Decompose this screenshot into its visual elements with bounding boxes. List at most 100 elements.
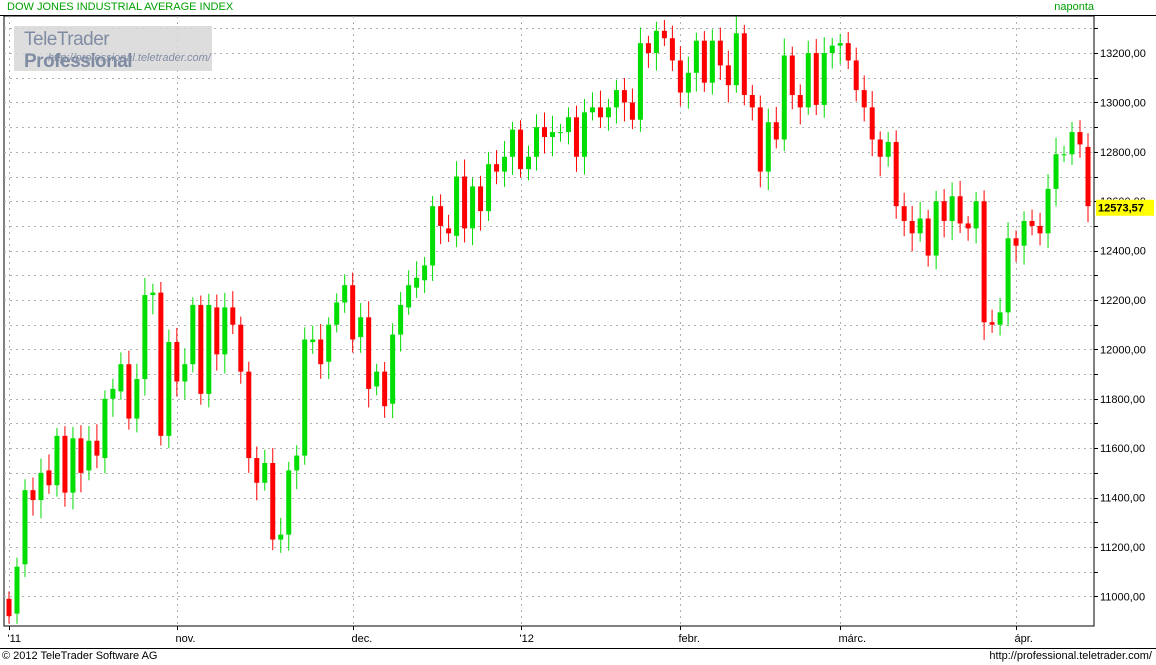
candle-body	[70, 438, 75, 492]
candle-body	[758, 107, 763, 171]
candle-body	[958, 196, 963, 223]
candle-body	[454, 177, 459, 236]
candle-up	[390, 323, 395, 418]
candle-body	[814, 53, 819, 105]
candle-up	[110, 379, 115, 417]
candlestick-chart[interactable]: 11000,0011200,0011400,0011600,0011800,00…	[0, 0, 1156, 664]
candle-body	[630, 102, 635, 119]
candle-up	[302, 327, 307, 464]
candle-up	[406, 270, 411, 314]
candle-body	[654, 31, 659, 53]
candle-body	[614, 90, 619, 107]
candle-body	[78, 438, 83, 473]
y-tick-label: 11800,00	[1100, 394, 1145, 406]
candle-up	[22, 479, 27, 577]
candle-up	[550, 116, 555, 157]
candle-down	[662, 20, 667, 46]
candle-down	[574, 106, 579, 172]
candle-up	[294, 445, 299, 489]
candle-down	[30, 478, 35, 516]
candle-body	[438, 206, 443, 226]
candle-down	[542, 113, 547, 154]
candle-up	[806, 41, 811, 115]
candle-up	[86, 426, 91, 480]
plot-border	[4, 16, 1094, 626]
candle-down	[774, 107, 779, 148]
candle-up	[734, 17, 739, 93]
candle-down	[270, 448, 275, 550]
candle-body	[382, 372, 387, 407]
candle-body	[878, 139, 883, 156]
candle-body	[414, 278, 419, 288]
candle-body	[366, 317, 371, 389]
candle-down	[78, 425, 83, 492]
candle-body	[982, 201, 987, 322]
candle-down	[94, 424, 99, 468]
candles	[7, 17, 1091, 624]
y-tick-label: 13000,00	[1100, 97, 1146, 109]
candle-down	[230, 291, 235, 334]
candle-up	[430, 196, 435, 281]
candle-body	[766, 122, 771, 171]
candle-body	[854, 60, 859, 90]
candle-up	[950, 182, 955, 240]
candle-body	[166, 342, 171, 436]
candle-down	[1086, 133, 1091, 222]
candle-down	[318, 324, 323, 379]
candle-body	[846, 43, 851, 60]
candle-up	[510, 122, 515, 175]
candle-down	[46, 454, 51, 494]
candle-body	[798, 95, 803, 107]
candle-down	[246, 362, 251, 473]
candle-body	[462, 177, 467, 229]
candle-body	[702, 41, 707, 83]
candle-up	[278, 518, 283, 553]
candle-body	[710, 41, 715, 83]
candle-body	[374, 372, 379, 387]
candle-body	[942, 201, 947, 221]
candle-body	[54, 436, 59, 485]
candle-body	[534, 127, 539, 157]
y-tick-label: 11000,00	[1100, 591, 1145, 603]
candle-down	[670, 26, 675, 71]
candle-up	[654, 22, 659, 71]
candle-up	[534, 114, 539, 170]
candle-up	[222, 293, 227, 374]
candle-down	[622, 78, 627, 121]
candle-body	[662, 31, 667, 38]
logo-url: http://professional.teletrader.com/	[48, 52, 211, 64]
candle-body	[934, 201, 939, 255]
candle-up	[886, 132, 891, 167]
candle-up	[374, 364, 379, 396]
candle-body	[142, 295, 147, 379]
candle-body	[7, 599, 12, 616]
candle-down	[1030, 210, 1035, 236]
candle-body	[270, 463, 275, 540]
candle-down	[814, 39, 819, 115]
candle-up	[686, 57, 691, 109]
y-tick-label: 12000,00	[1100, 344, 1146, 356]
x-tick-label: nov.	[176, 633, 196, 645]
candle-down	[854, 48, 859, 102]
candle-down	[382, 362, 387, 418]
candle-body	[910, 221, 915, 233]
candle-down	[678, 46, 683, 106]
candle-body	[606, 107, 611, 117]
candle-down	[462, 159, 467, 242]
candle-body	[102, 399, 107, 458]
candle-body	[1086, 147, 1091, 206]
candle-body	[86, 441, 91, 471]
candle-down	[758, 96, 763, 188]
footer-url[interactable]: http://professional.teletrader.com/	[989, 650, 1152, 662]
candle-body	[38, 473, 43, 500]
candle-down	[198, 296, 203, 405]
candle-down	[862, 76, 867, 122]
candle-down	[646, 36, 651, 68]
candle-body	[574, 117, 579, 157]
candle-up	[54, 428, 59, 497]
candle-body	[278, 535, 283, 540]
candle-body	[486, 164, 491, 211]
candle-body	[750, 95, 755, 107]
candle-up	[974, 192, 979, 243]
candle-body	[334, 302, 339, 324]
